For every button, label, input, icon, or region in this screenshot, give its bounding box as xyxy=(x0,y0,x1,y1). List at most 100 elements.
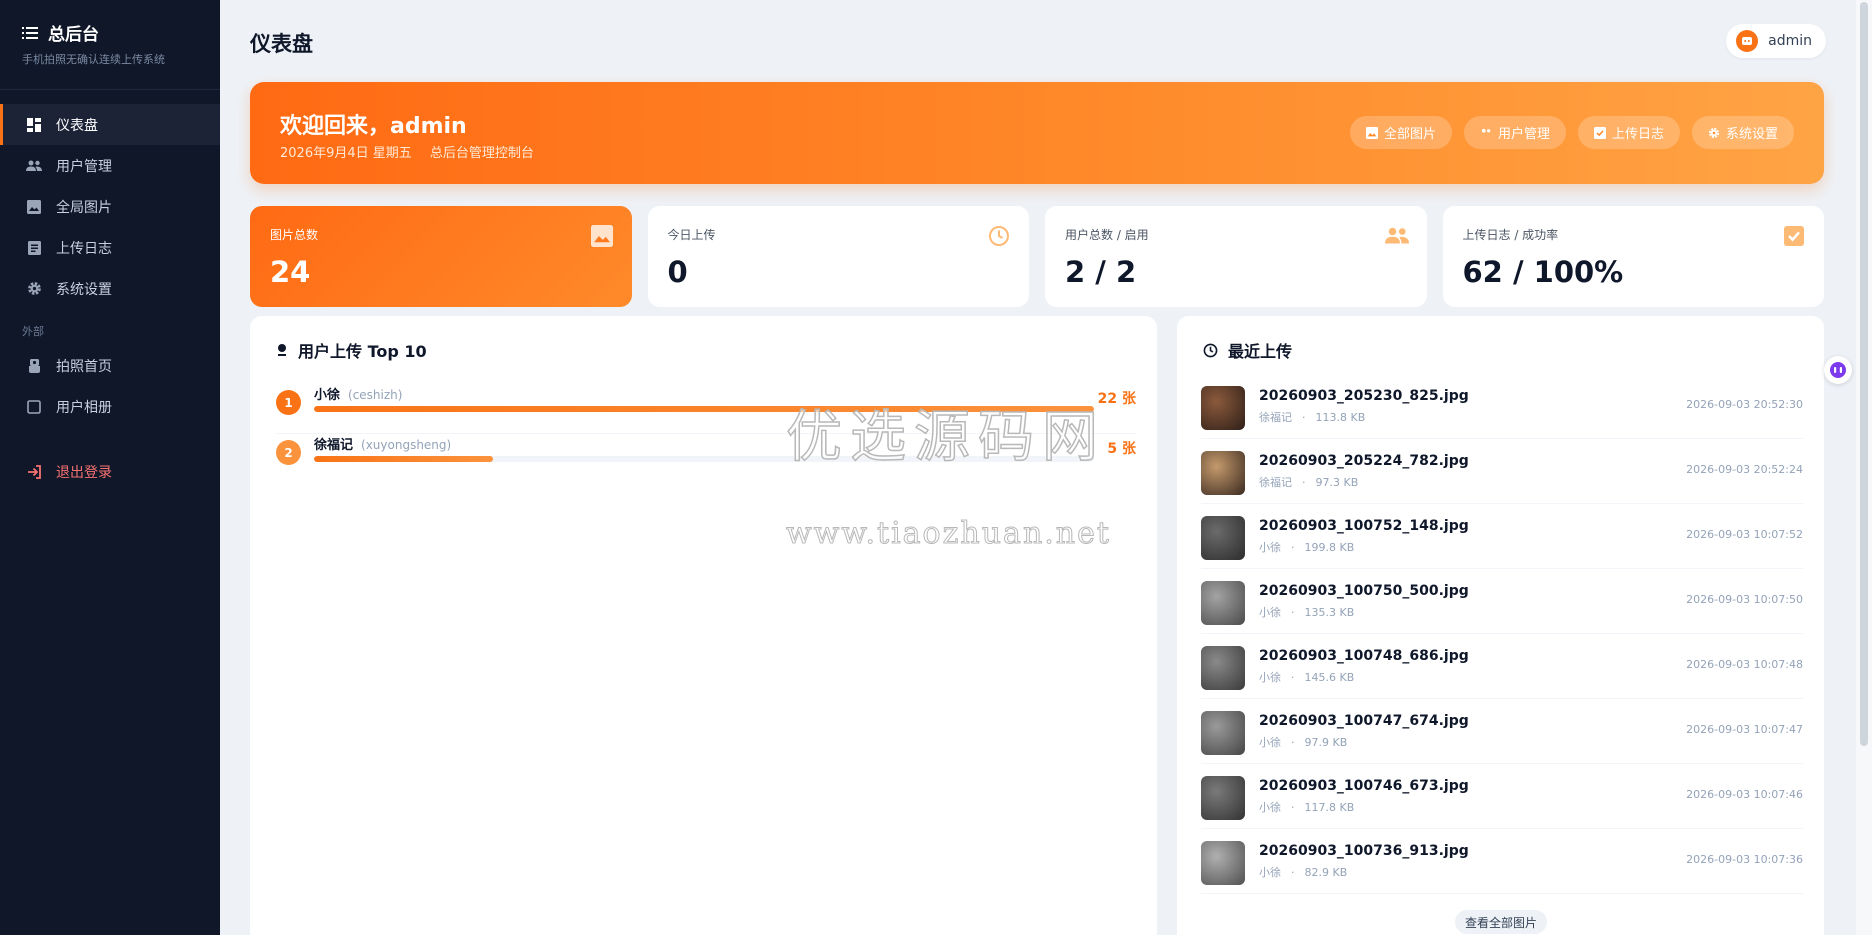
separator: · xyxy=(1291,801,1295,814)
users-icon xyxy=(26,158,42,174)
uploader-name: 小徐 xyxy=(1259,606,1281,619)
uploader-name: 徐福记 xyxy=(1259,476,1292,489)
file-meta: 小徐 · 145.6 KB xyxy=(1259,669,1354,685)
sidebar-item-dashboard[interactable]: 仪表盘 xyxy=(0,104,220,145)
stat-label: 今日上传 xyxy=(667,228,716,242)
rank-user-name: 徐福记 xyxy=(314,438,354,453)
image-thumbnail[interactable] xyxy=(1201,711,1245,755)
uploader-name: 小徐 xyxy=(1259,736,1281,749)
welcome-title: 欢迎回来，admin xyxy=(280,114,467,139)
image-thumbnail[interactable] xyxy=(1201,646,1245,690)
rank-count: 5 张 xyxy=(1107,441,1136,457)
uploader-name: 小徐 xyxy=(1259,866,1281,879)
image-thumbnail[interactable] xyxy=(1201,386,1245,430)
separator: · xyxy=(1291,671,1295,684)
stat-card-total-images: 图片总数 24 xyxy=(250,206,632,307)
image-icon xyxy=(590,224,614,248)
stat-label: 图片总数 xyxy=(270,228,319,242)
recent-upload-item[interactable]: 20260903_100752_148.jpg 小徐 · 199.8 KB 2026-0… xyxy=(1201,504,1803,569)
image-thumbnail[interactable] xyxy=(1201,841,1245,885)
separator: · xyxy=(1302,476,1306,489)
separator: · xyxy=(1291,736,1295,749)
user-management-button[interactable]: 用户管理 xyxy=(1463,116,1566,149)
recent-upload-item[interactable]: 20260903_100736_913.jpg 小徐 · 82.9 KB 2026-09… xyxy=(1201,829,1803,894)
top-users-title: 用户上传 Top 10 xyxy=(298,342,427,361)
page-title: 仪表盘 xyxy=(250,32,313,56)
recent-upload-item[interactable]: 20260903_100748_686.jpg 小徐 · 145.6 KB 2026-0… xyxy=(1201,634,1803,699)
sidebar-item-settings[interactable]: 系统设置 xyxy=(0,268,220,309)
rank-number: 1 xyxy=(276,390,301,415)
sidebar-item-users[interactable]: 用户管理 xyxy=(0,145,220,186)
uploader-name: 徐福记 xyxy=(1259,411,1292,424)
logout-button[interactable]: 退出登录 xyxy=(0,451,220,492)
file-size: 135.3 KB xyxy=(1304,606,1355,619)
file-size: 82.9 KB xyxy=(1304,866,1348,879)
rank-number: 2 xyxy=(276,440,301,465)
sidebar: 总后台 手机拍照无确认连续上传系统 仪表盘 用户管理 全局图片 上传日志 系统设… xyxy=(0,0,220,935)
upload-log-button[interactable]: 上传日志 xyxy=(1577,116,1680,149)
quick-actions: 全部图片 用户管理 上传日志 系统设置 xyxy=(1349,116,1794,149)
recent-uploads-panel: 最近上传 20260903_205230_825.jpg 徐福记 · 113.8 KB… xyxy=(1177,316,1824,935)
current-date: 2026年9月4日 星期五 xyxy=(280,146,412,161)
file-size: 97.9 KB xyxy=(1304,736,1348,749)
page-scrollbar[interactable] xyxy=(1856,0,1872,935)
file-meta: 小徐 · 97.9 KB xyxy=(1259,734,1347,750)
clock-icon xyxy=(987,224,1011,248)
sidebar-item-camera-home[interactable]: 拍照首页 xyxy=(0,345,220,386)
stat-value: 24 xyxy=(270,255,311,289)
welcome-banner: 欢迎回来，admin 2026年9月4日 星期五 总后台管理控制台 全部图片 用… xyxy=(250,82,1824,184)
recent-upload-item[interactable]: 20260903_100747_674.jpg 小徐 · 97.9 KB 2026-09… xyxy=(1201,699,1803,764)
image-thumbnail[interactable] xyxy=(1201,451,1245,495)
sidebar-item-upload-log[interactable]: 上传日志 xyxy=(0,227,220,268)
file-meta: 小徐 · 117.8 KB xyxy=(1259,799,1354,815)
medal-icon xyxy=(278,344,286,356)
sidebar-item-label: 拍照首页 xyxy=(56,358,112,375)
user-name: admin xyxy=(1768,33,1812,49)
view-all-images-button[interactable]: 查看全部图片 xyxy=(1455,910,1548,934)
gear-icon xyxy=(26,281,42,297)
recent-upload-item[interactable]: 20260903_205224_782.jpg 徐福记 · 97.3 KB 2026-0… xyxy=(1201,439,1803,504)
rank-username: (xuyongsheng) xyxy=(361,438,452,452)
logout-label: 退出登录 xyxy=(56,464,112,481)
all-images-button[interactable]: 全部图片 xyxy=(1349,116,1452,149)
sidebar-item-label: 上传日志 xyxy=(56,240,112,257)
stat-card-users: 用户总数 / 启用 2 / 2 xyxy=(1045,206,1427,307)
uploader-name: 小徐 xyxy=(1259,801,1281,814)
menu-list-icon xyxy=(22,26,38,39)
watermark: 优选源码网 xyxy=(785,404,1106,471)
rank-progress-fill xyxy=(314,456,494,462)
system-settings-button[interactable]: 系统设置 xyxy=(1691,116,1794,149)
separator: · xyxy=(1291,541,1295,554)
recent-upload-item[interactable]: 20260903_205230_825.jpg 徐福记 · 113.8 KB 2026-… xyxy=(1201,374,1803,439)
logout-icon xyxy=(26,464,42,480)
image-thumbnail[interactable] xyxy=(1201,516,1245,560)
image-icon xyxy=(1365,126,1378,139)
top-users-header: 用户上传 Top 10 xyxy=(276,338,427,362)
camera-hand-icon xyxy=(26,358,42,374)
sidebar-item-label: 仪表盘 xyxy=(56,117,98,134)
watermark-url: www.tiaozhuan.net xyxy=(786,516,1111,552)
assistant-bubble[interactable] xyxy=(1824,356,1852,384)
stat-value: 0 xyxy=(667,255,688,289)
upload-time: 2026-09-03 10:07:48 xyxy=(1686,658,1803,671)
image-thumbnail[interactable] xyxy=(1201,581,1245,625)
stat-value: 62 / 100% xyxy=(1462,255,1624,289)
sidebar-item-images[interactable]: 全局图片 xyxy=(0,186,220,227)
recent-upload-item[interactable]: 20260903_100746_673.jpg 小徐 · 117.8 KB 2026-0… xyxy=(1201,764,1803,829)
check-square-icon xyxy=(1782,224,1806,248)
image-thumbnail[interactable] xyxy=(1201,776,1245,820)
stat-value: 2 / 2 xyxy=(1065,255,1137,289)
uploader-name: 小徐 xyxy=(1259,541,1281,554)
scrollbar-thumb[interactable] xyxy=(1860,2,1868,746)
file-size: 199.8 KB xyxy=(1304,541,1355,554)
upload-time: 2026-09-03 10:07:47 xyxy=(1686,723,1803,736)
assistant-icon xyxy=(1830,362,1846,378)
image-icon xyxy=(26,199,42,215)
all-images-label: 全部图片 xyxy=(1383,127,1436,142)
file-size: 97.3 KB xyxy=(1315,476,1359,489)
file-meta: 徐福记 · 97.3 KB xyxy=(1259,474,1358,490)
sidebar-item-user-album[interactable]: 用户相册 xyxy=(0,386,220,427)
user-menu[interactable]: admin xyxy=(1726,24,1826,58)
recent-upload-item[interactable]: 20260903_100750_500.jpg 小徐 · 135.3 KB 2026-0… xyxy=(1201,569,1803,634)
gear-icon xyxy=(1708,127,1720,138)
